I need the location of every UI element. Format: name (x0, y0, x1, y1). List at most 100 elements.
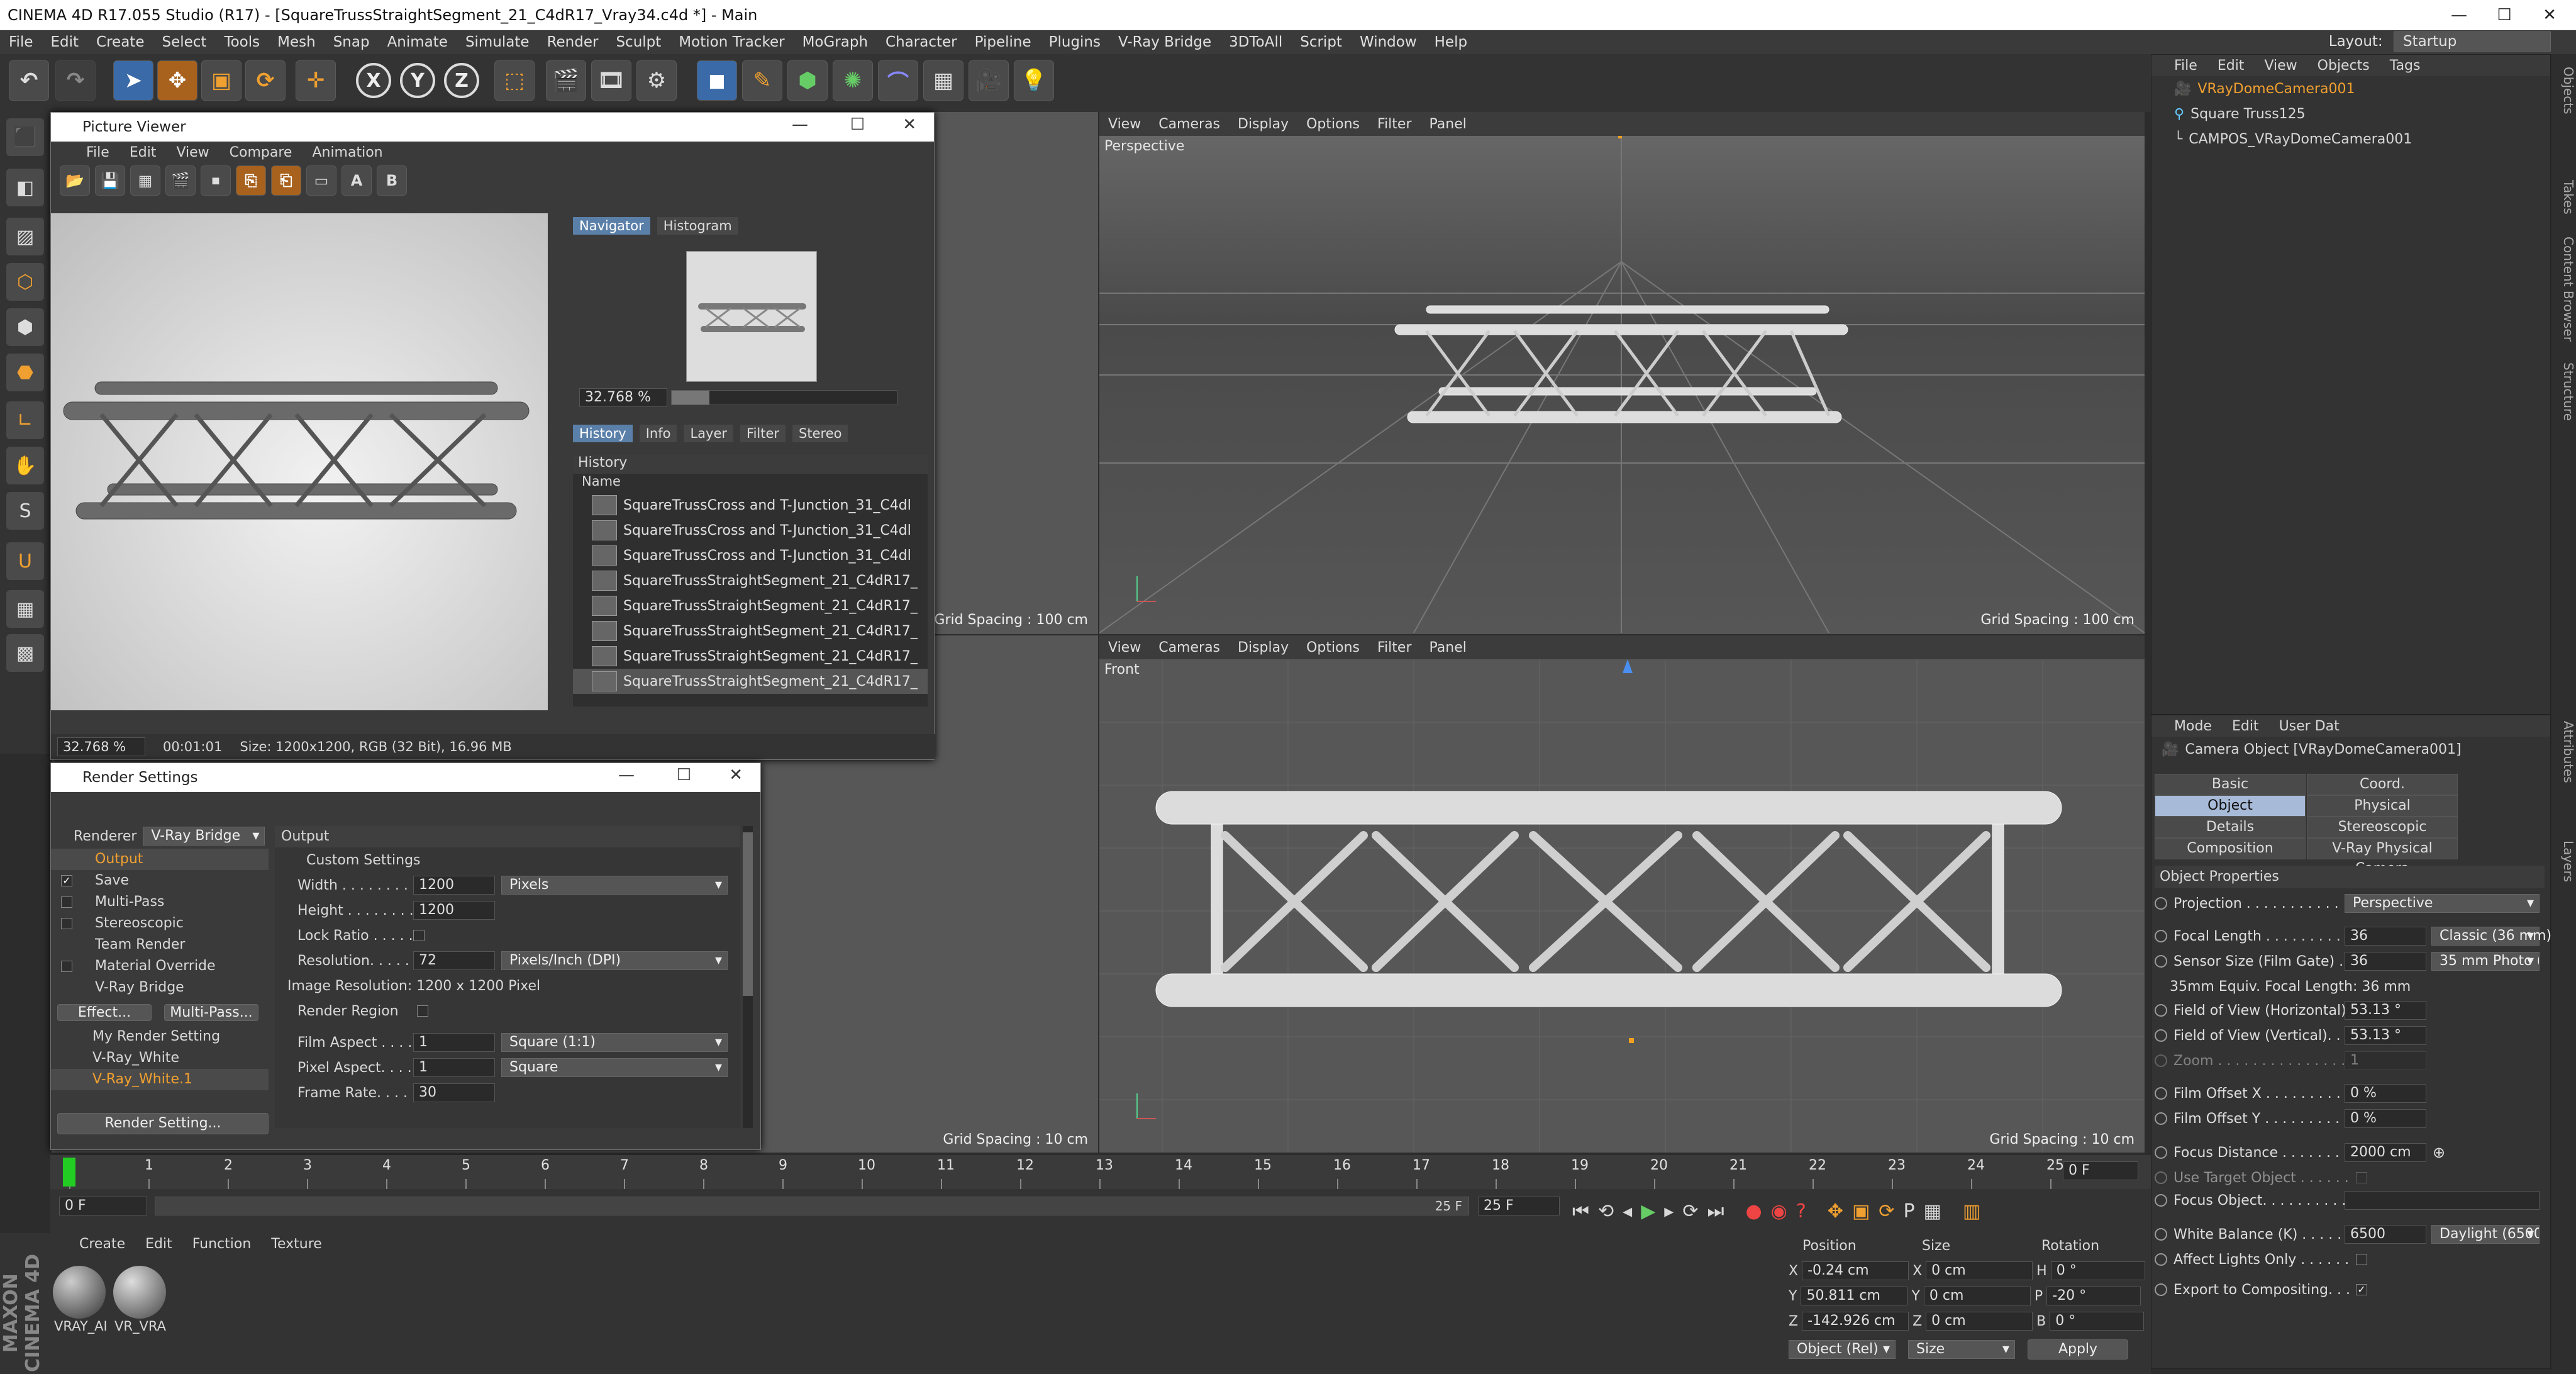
pv-maximize-icon[interactable]: ☐ (850, 115, 865, 134)
custom-settings-row[interactable]: Custom Settings (275, 847, 740, 873)
pv-menu-edit[interactable]: Edit (119, 145, 167, 160)
history-item[interactable]: SquareTrussStraightSegment_21_C4dR17_ (573, 593, 928, 618)
tab-stereo[interactable]: Stereo (792, 425, 848, 442)
key-rotation-icon[interactable]: ⟳ (1879, 1200, 1894, 1222)
stereoscopic-checkbox[interactable] (61, 918, 72, 929)
attr-tab-vray-physical[interactable]: V-Ray Physical Camera (2307, 838, 2458, 876)
cube-primitive-icon[interactable]: ◼ (697, 60, 737, 101)
menu-script[interactable]: Script (1291, 30, 1351, 54)
undo-icon[interactable]: ↶ (9, 60, 49, 101)
vp-front-menu-cameras[interactable]: Cameras (1150, 640, 1229, 656)
film-aspect-dropdown[interactable]: Square (1:1) (501, 1033, 728, 1052)
keyframe-selection-icon[interactable]: ? (1796, 1200, 1806, 1222)
side-tab-structure[interactable]: Structure (2552, 362, 2576, 421)
rs-item-material-override[interactable]: Material Override (51, 956, 269, 977)
tweak-mode-icon[interactable]: ✋ (6, 447, 44, 484)
history-item[interactable]: SquareTrussCross and T-Junction_31_C4dl (573, 518, 928, 543)
resolution-field[interactable]: 72 (413, 951, 495, 970)
am-menu-edit[interactable]: Edit (2222, 718, 2269, 734)
subdivision-icon[interactable]: ⬢ (787, 60, 828, 101)
last-tool-icon[interactable]: ✛ (296, 60, 336, 101)
autokey-icon[interactable]: ◉ (1771, 1200, 1787, 1222)
perspective-viewport[interactable]: View Cameras Display Options Filter Pane… (1099, 112, 2145, 634)
focusobj-anim-icon[interactable] (2155, 1194, 2167, 1207)
attr-tab-composition[interactable]: Composition (2155, 838, 2306, 859)
pv-minimize-icon[interactable]: — (792, 115, 808, 134)
coord-mode-dropdown[interactable]: Object (Rel) (1789, 1340, 1896, 1359)
preset-vray-white[interactable]: V-Ray_White (51, 1047, 269, 1069)
vp-front-menu-filter[interactable]: Filter (1368, 640, 1420, 656)
edges-mode-icon[interactable]: ⬢ (6, 308, 44, 346)
x-axis-lock-icon[interactable]: X (356, 63, 391, 98)
play-icon[interactable]: ▶ (1641, 1200, 1655, 1222)
width-unit-dropdown[interactable]: Pixels (501, 876, 728, 895)
film-offset-x-field[interactable]: 0 % (2345, 1084, 2426, 1103)
frame-rate-field[interactable]: 30 (413, 1083, 495, 1102)
object-row-vraydomecamera[interactable]: 🎥 VRayDomeCamera001 (2151, 76, 2550, 101)
tab-filter[interactable]: Filter (740, 425, 786, 442)
maximize-button[interactable]: ☐ (2482, 3, 2527, 28)
object-row-square-truss[interactable]: ⚲ Square Truss125 (2151, 101, 2550, 126)
rs-item-output[interactable]: Output (51, 849, 269, 870)
side-tab-attributes[interactable]: Attributes (2552, 721, 2576, 783)
rot-p-field[interactable]: -20 ° (2046, 1287, 2141, 1305)
white-balance-preset[interactable]: Daylight (6500 K (2431, 1225, 2540, 1244)
navigator-zoom-field[interactable]: 32.768 % (579, 388, 667, 407)
tab-histogram[interactable]: Histogram (657, 217, 738, 235)
focus-picker-icon[interactable]: ⊕ (2433, 1144, 2445, 1161)
prev-frame-icon[interactable]: ◂ (1623, 1200, 1632, 1222)
menu-mograph[interactable]: MoGraph (794, 30, 877, 54)
attr-tab-details[interactable]: Details (2155, 817, 2306, 838)
timeline-ruler[interactable]: 0123456789101112131415161718192021222324… (50, 1155, 2151, 1189)
pv-save-icon[interactable]: 💾 (95, 165, 125, 196)
frame-range-slider[interactable]: 25 F (155, 1197, 1469, 1215)
rot-h-field[interactable]: 0 ° (2050, 1261, 2145, 1280)
playhead[interactable] (63, 1158, 75, 1187)
rs-item-team-render[interactable]: Team Render (51, 934, 269, 956)
menu-vray-bridge[interactable]: V-Ray Bridge (1109, 30, 1220, 54)
pv-copy-icon[interactable]: ⎘ (236, 165, 266, 196)
pixel-aspect-field[interactable]: 1 (413, 1058, 495, 1077)
size-z-field[interactable]: 0 cm (1926, 1312, 2033, 1331)
preset-vray-white-1[interactable]: V-Ray_White.1 (51, 1069, 269, 1090)
tab-info[interactable]: Info (639, 425, 677, 442)
pen-spline-icon[interactable]: ✎ (742, 60, 782, 101)
vp-front-menu-options[interactable]: Options (1297, 640, 1368, 656)
object-row-campos[interactable]: └ CAMPOS_VRayDomeCamera001 (2151, 126, 2550, 152)
pv-close-icon[interactable]: ✕ (902, 115, 916, 134)
mat-menu-edit[interactable]: Edit (135, 1236, 182, 1252)
menu-animate[interactable]: Animate (379, 30, 457, 54)
am-menu-userdata[interactable]: User Dat (2269, 718, 2350, 734)
layout-dropdown[interactable]: Startup (2394, 31, 2551, 52)
size-mode-dropdown[interactable]: Size (1908, 1340, 2015, 1359)
rotate-tool-icon[interactable]: ⟳ (245, 60, 286, 101)
fov-horizontal-field[interactable]: 53.13 ° (2345, 1001, 2426, 1020)
menu-simulate[interactable]: Simulate (457, 30, 538, 54)
pos-x-field[interactable]: -0.24 cm (1802, 1261, 1909, 1280)
front-viewport[interactable]: View Cameras Display Options Filter Pane… (1099, 635, 2145, 1153)
points-mode-icon[interactable]: ⬡ (6, 263, 44, 301)
pv-open-icon[interactable]: 📂 (60, 165, 90, 196)
tab-layer[interactable]: Layer (684, 425, 734, 442)
material-vr-vra[interactable] (113, 1266, 166, 1319)
pv-ab-icon[interactable]: A (341, 165, 372, 196)
prev-key-icon[interactable]: ⟲ (1598, 1200, 1614, 1222)
move-tool-icon[interactable]: ✥ (157, 60, 197, 101)
vp-menu-view[interactable]: View (1099, 116, 1150, 132)
light-icon[interactable]: 💡 (1014, 60, 1054, 101)
minimize-button[interactable]: — (2436, 3, 2482, 28)
rs-minimize-icon[interactable]: — (618, 766, 635, 785)
material-override-checkbox[interactable] (61, 961, 72, 972)
locked-workplane-icon[interactable]: ▩ (6, 634, 44, 672)
om-menu-objects[interactable]: Objects (2307, 58, 2380, 74)
key-scale-icon[interactable]: ▣ (1852, 1200, 1870, 1222)
side-tab-takes[interactable]: Takes (2552, 180, 2576, 215)
vp-menu-panel[interactable]: Panel (1420, 116, 1475, 132)
width-field[interactable]: 1200 (413, 876, 495, 895)
vp-menu-filter[interactable]: Filter (1368, 116, 1420, 132)
history-item[interactable]: SquareTrussStraightSegment_21_C4dR17_ (573, 568, 928, 593)
deformer-icon[interactable]: ⌒ (878, 60, 918, 101)
next-frame-icon[interactable]: ▸ (1664, 1200, 1674, 1222)
preset-my-render-setting[interactable]: My Render Setting (51, 1026, 269, 1047)
pv-render-icon[interactable]: 🎬 (165, 165, 196, 196)
